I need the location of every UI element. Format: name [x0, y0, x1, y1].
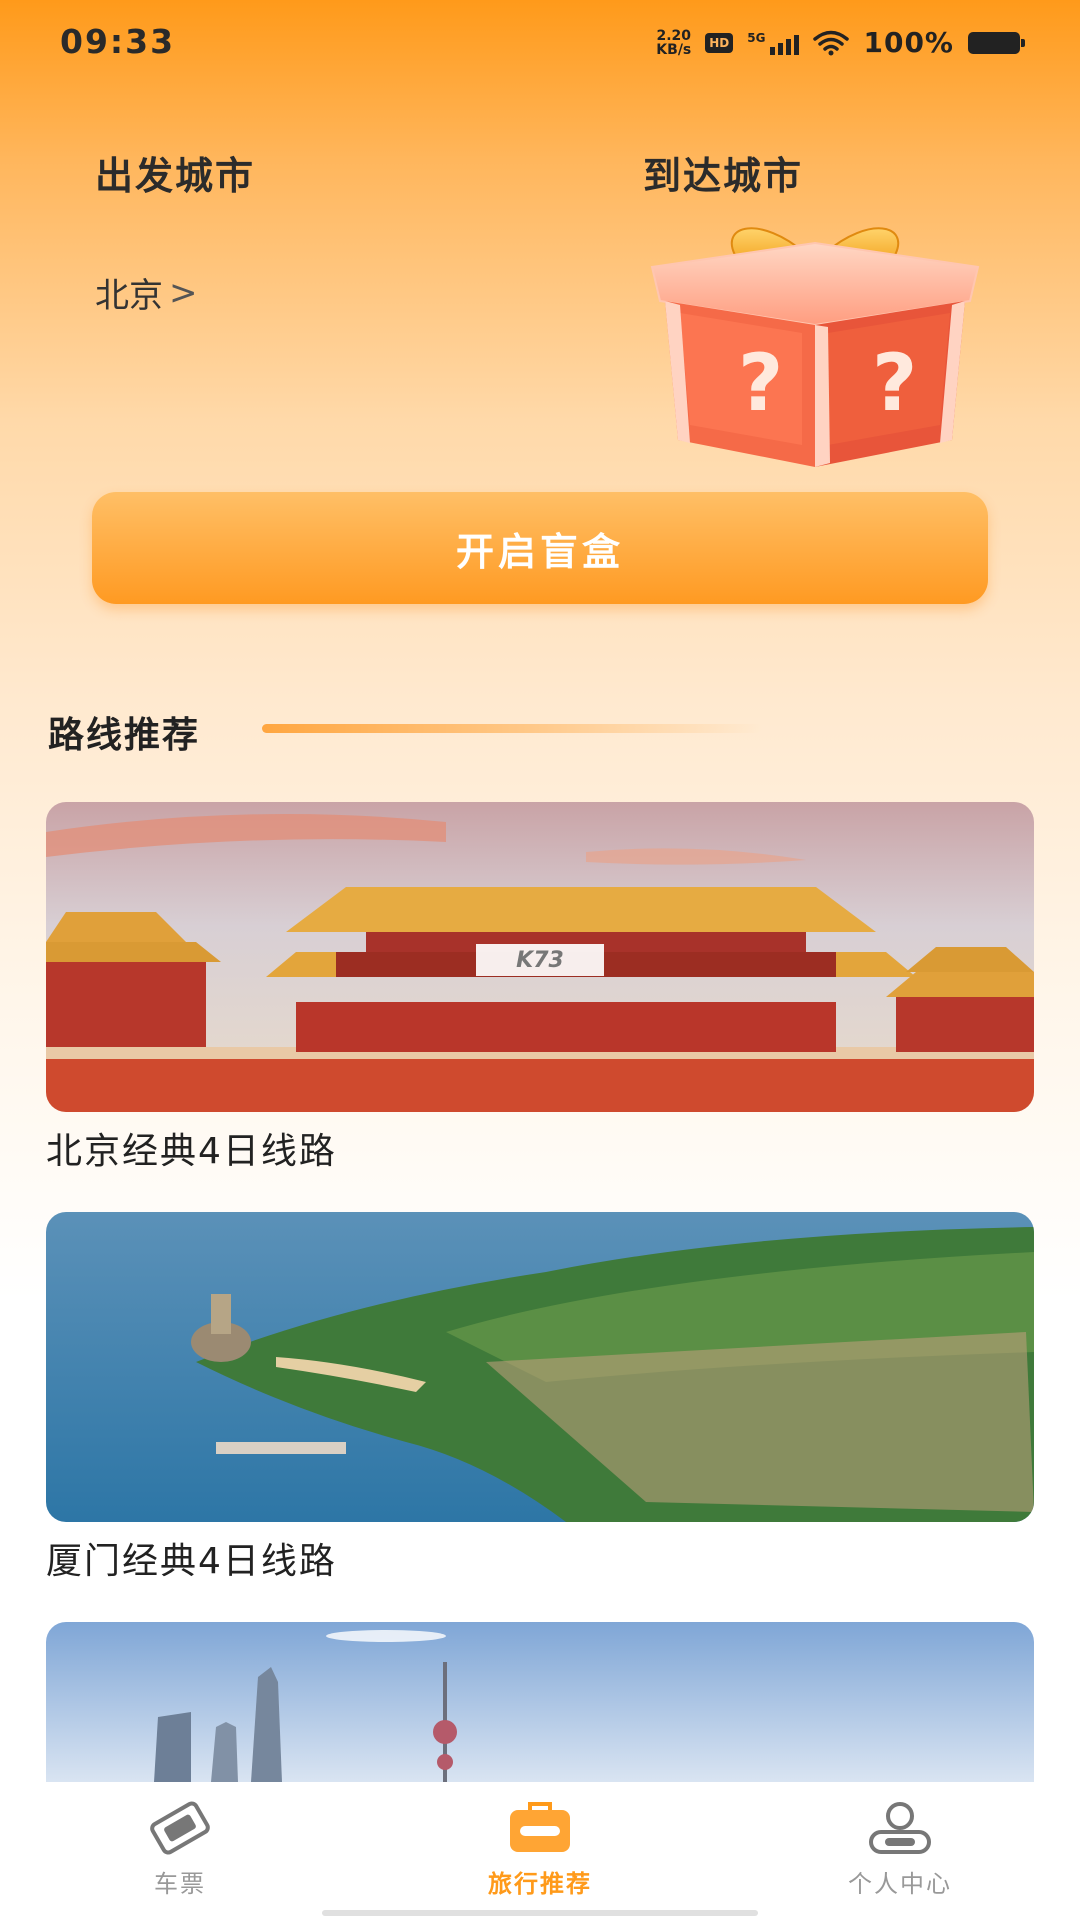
- person-icon: [869, 1802, 931, 1854]
- route-card-shanghai[interactable]: [46, 1622, 1034, 1792]
- wifi-icon: [813, 30, 850, 55]
- departure-city-value: 北京: [95, 276, 163, 316]
- tab-profile[interactable]: 个人中心: [800, 1786, 1000, 1906]
- battery-icon: [968, 31, 1025, 54]
- route-title: 厦门经典4日线路: [46, 1541, 337, 1582]
- network-type: 5G: [747, 30, 766, 45]
- route-image-gulangyu-island: [46, 1212, 1034, 1522]
- network-speed: 2.20 KB/s: [656, 29, 691, 57]
- tab-label: 车票: [154, 1870, 206, 1898]
- suitcase-icon: [510, 1802, 570, 1852]
- route-image-shanghai-skyline: [46, 1622, 1034, 1782]
- route-card-beijing[interactable]: 北京经典4日线路: [46, 802, 1034, 1174]
- tab-tickets[interactable]: 车票: [80, 1786, 280, 1906]
- home-indicator[interactable]: [322, 1910, 758, 1916]
- tab-label: 旅行推荐: [488, 1870, 592, 1898]
- network-speed-value: 2.20: [656, 27, 692, 44]
- arrival-city-label: 到达城市: [643, 154, 804, 198]
- ticket-icon: [150, 1801, 210, 1855]
- status-time: 09:33: [60, 22, 176, 61]
- mystery-gift-box-image[interactable]: ? ?: [640, 205, 990, 475]
- departure-city-selector[interactable]: 北京 >: [95, 268, 198, 317]
- tab-label: 个人中心: [848, 1870, 952, 1898]
- tab-travel-recommend[interactable]: 旅行推荐: [440, 1786, 640, 1906]
- svg-text:?: ?: [872, 339, 917, 429]
- status-icons: 2.20 KB/s HD 5G 100%: [656, 26, 1025, 59]
- signal-icon: 5G: [747, 30, 800, 55]
- section-title: 路线推荐: [48, 715, 201, 756]
- bottom-tab-bar: 车票 旅行推荐 个人中心: [0, 1786, 1080, 1920]
- svg-text:?: ?: [738, 339, 783, 429]
- watermark-logo: K73: [476, 944, 604, 976]
- departure-city-label: 出发城市: [95, 154, 256, 198]
- status-bar: 09:33 2.20 KB/s HD 5G 100%: [0, 0, 1080, 90]
- route-title: 北京经典4日线路: [46, 1131, 337, 1172]
- chevron-right-icon: >: [169, 272, 198, 313]
- hd-icon: HD: [705, 32, 734, 53]
- battery-percent: 100%: [863, 26, 954, 59]
- network-speed-unit: KB/s: [656, 41, 692, 58]
- open-blind-box-button[interactable]: 开启盲盒: [92, 492, 988, 604]
- section-title-decoration: [262, 724, 762, 733]
- route-card-xiamen[interactable]: 厦门经典4日线路: [46, 1212, 1034, 1584]
